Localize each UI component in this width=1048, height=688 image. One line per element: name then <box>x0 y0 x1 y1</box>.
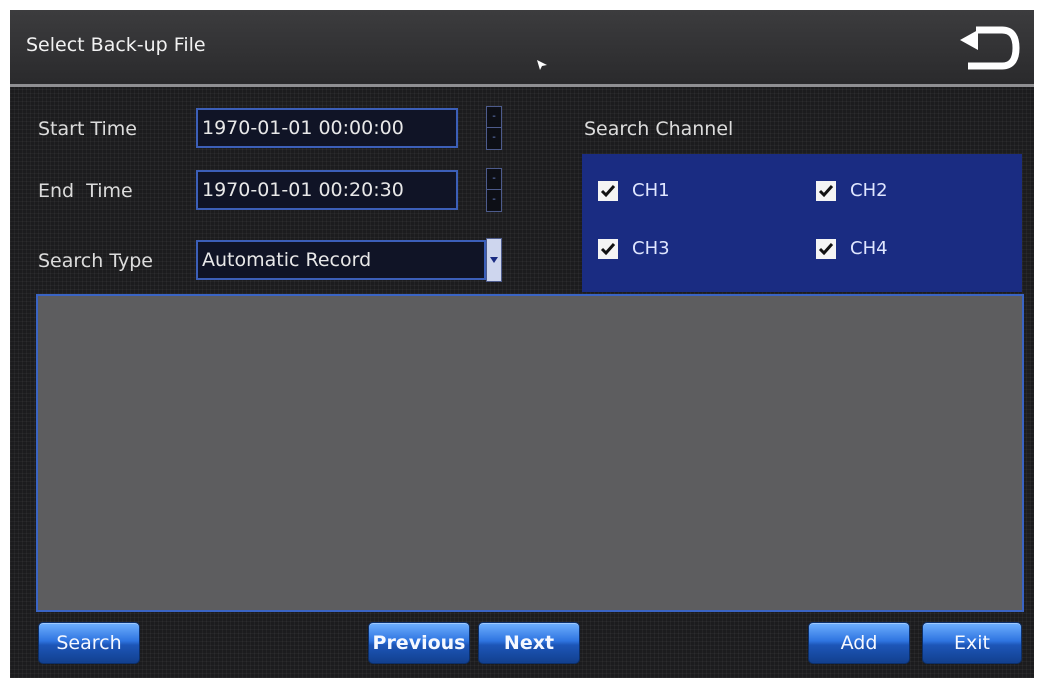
spin-down-icon[interactable]: - <box>487 128 501 149</box>
previous-button[interactable]: Previous <box>368 622 470 664</box>
checkmark-icon[interactable] <box>598 238 618 259</box>
channel-label: CH2 <box>850 180 888 201</box>
back-button[interactable] <box>946 22 1022 74</box>
end-time-spinner[interactable]: - - <box>486 168 502 212</box>
title-bar: Select Back-up File <box>10 10 1034 87</box>
channel-label: CH3 <box>632 238 670 259</box>
file-list[interactable] <box>36 294 1024 612</box>
spin-up-icon[interactable]: - <box>487 169 501 190</box>
search-type-select[interactable]: Automatic Record <box>196 240 486 280</box>
checkmark-icon[interactable] <box>816 238 836 259</box>
add-button[interactable]: Add <box>808 622 910 664</box>
search-button[interactable]: Search <box>38 622 140 664</box>
end-time-field[interactable]: 1970-01-01 00:20:30 <box>196 170 458 210</box>
mouse-cursor-icon <box>536 56 548 75</box>
end-time-label: End Time <box>38 180 133 202</box>
start-time-spinner[interactable]: - - <box>486 106 502 150</box>
channel-ch4-checkbox[interactable]: CH4 <box>816 238 888 259</box>
start-time-field[interactable]: 1970-01-01 00:00:00 <box>196 108 458 148</box>
checkmark-icon[interactable] <box>598 180 618 201</box>
dropdown-button[interactable] <box>486 238 502 282</box>
dropdown-arrow-icon <box>490 257 498 263</box>
back-arrow-icon <box>960 26 1020 70</box>
backup-file-window: Select Back-up File Start Time 1970-01-0… <box>10 10 1034 678</box>
search-channel-label: Search Channel <box>584 118 734 140</box>
channel-ch3-checkbox[interactable]: CH3 <box>598 238 670 259</box>
spin-up-icon[interactable]: - <box>487 107 501 128</box>
channel-ch2-checkbox[interactable]: CH2 <box>816 180 888 201</box>
channel-label: CH4 <box>850 238 888 259</box>
next-button[interactable]: Next <box>478 622 580 664</box>
channel-label: CH1 <box>632 180 670 201</box>
start-time-label: Start Time <box>38 118 137 140</box>
search-type-label: Search Type <box>38 250 153 272</box>
channel-ch1-checkbox[interactable]: CH1 <box>598 180 670 201</box>
spin-down-icon[interactable]: - <box>487 190 501 211</box>
exit-button[interactable]: Exit <box>922 622 1022 664</box>
checkmark-icon[interactable] <box>816 180 836 201</box>
channel-panel: CH1 CH2 CH3 CH4 <box>582 154 1022 292</box>
window-title: Select Back-up File <box>26 34 206 56</box>
